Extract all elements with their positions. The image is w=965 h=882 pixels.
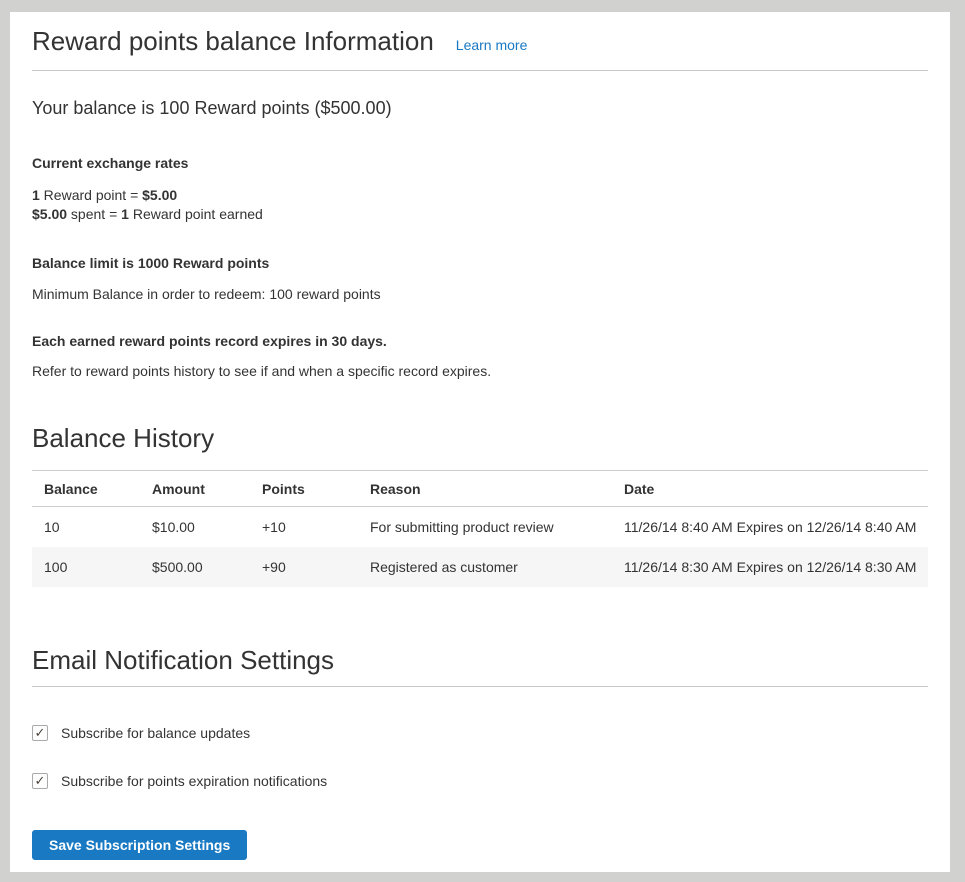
- table-cell: $10.00: [140, 507, 250, 547]
- checkbox-label: Subscribe for points expiration notifica…: [61, 773, 327, 789]
- checkbox-label: Subscribe for balance updates: [61, 725, 250, 741]
- table-cell: Registered as customer: [358, 547, 612, 587]
- table-cell: +10: [250, 507, 358, 547]
- expiration-notifications-checkbox[interactable]: ✓: [32, 773, 48, 789]
- balance-history-table: BalanceAmountPointsReasonDate 10$10.00+1…: [32, 470, 928, 587]
- email-settings-divider: [32, 686, 928, 687]
- text-part: 1: [32, 187, 40, 203]
- column-header: Balance: [32, 471, 140, 507]
- table-cell: 10: [32, 507, 140, 547]
- table-row: 10$10.00+10For submitting product review…: [32, 507, 928, 547]
- page: { "colors": { "page_bg": "#d1d1d0", "car…: [0, 0, 965, 882]
- email-settings-title: Email Notification Settings: [32, 645, 928, 676]
- subscribe-balance-updates-option[interactable]: ✓ Subscribe for balance updates: [32, 725, 250, 741]
- column-header: Date: [612, 471, 928, 507]
- text-part: spent =: [67, 206, 121, 222]
- table-cell: For submitting product review: [358, 507, 612, 547]
- table-cell: 100: [32, 547, 140, 587]
- check-icon: ✓: [35, 774, 46, 787]
- expiration-note: Refer to reward points history to see if…: [32, 364, 928, 379]
- table-row: 100$500.00+90Registered as customer11/26…: [32, 547, 928, 587]
- table-cell: +90: [250, 547, 358, 587]
- balance-history-title: Balance History: [32, 423, 928, 454]
- table-cell: $500.00: [140, 547, 250, 587]
- balance-updates-checkbox[interactable]: ✓: [32, 725, 48, 741]
- column-header: Amount: [140, 471, 250, 507]
- balance-limit-heading: Balance limit is 1000 Reward points: [32, 256, 928, 271]
- text-part: Reward point earned: [129, 206, 263, 222]
- learn-more-link[interactable]: Learn more: [456, 37, 528, 53]
- reward-points-panel: Reward points balance Information Learn …: [10, 12, 950, 872]
- exchange-rates-block: 1 Reward point = $5.00 $5.00 spent = 1 R…: [32, 186, 928, 224]
- page-title: Reward points balance Information: [32, 26, 434, 57]
- table-header-row: BalanceAmountPointsReasonDate: [32, 471, 928, 507]
- table-cell: 11/26/14 8:30 AM Expires on 12/26/14 8:3…: [612, 547, 928, 587]
- check-icon: ✓: [35, 726, 46, 739]
- subscribe-expiration-notifications-option[interactable]: ✓ Subscribe for points expiration notifi…: [32, 773, 327, 789]
- exchange-rate-line: $5.00 spent = 1 Reward point earned: [32, 205, 928, 224]
- exchange-rates-heading: Current exchange rates: [32, 156, 928, 171]
- table-body: 10$10.00+10For submitting product review…: [32, 507, 928, 587]
- save-subscription-settings-button[interactable]: Save Subscription Settings: [32, 830, 247, 860]
- column-header: Points: [250, 471, 358, 507]
- text-part: $5.00: [142, 187, 177, 203]
- balance-summary: Your balance is 100 Reward points ($500.…: [32, 98, 928, 118]
- column-header: Reason: [358, 471, 612, 507]
- table-cell: 11/26/14 8:40 AM Expires on 12/26/14 8:4…: [612, 507, 928, 547]
- text-part: $5.00: [32, 206, 67, 222]
- panel-header: Reward points balance Information Learn …: [32, 26, 928, 71]
- text-part: 1: [121, 206, 129, 222]
- text-part: Reward point =: [40, 187, 142, 203]
- exchange-rate-line: 1 Reward point = $5.00: [32, 186, 928, 205]
- expiration-heading: Each earned reward points record expires…: [32, 334, 928, 349]
- minimum-balance-note: Minimum Balance in order to redeem: 100 …: [32, 287, 928, 302]
